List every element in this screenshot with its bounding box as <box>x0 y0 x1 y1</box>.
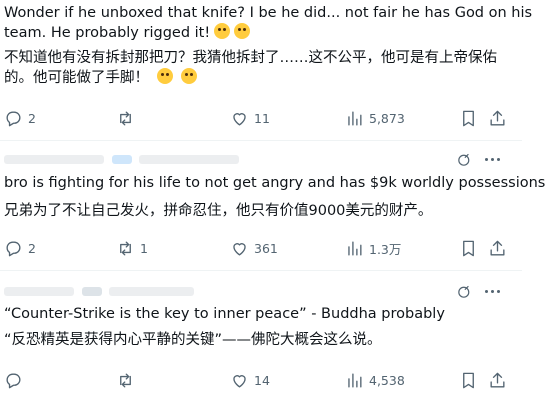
bookmark-button[interactable] <box>459 368 478 392</box>
views-icon <box>348 240 362 256</box>
post-1-text-line-2: team. He probably rigged it! <box>4 25 211 41</box>
reply-icon <box>6 240 21 256</box>
grok-icon[interactable] <box>456 151 473 168</box>
repost-count: 1 <box>140 240 148 256</box>
post-2-top-icons <box>456 151 500 168</box>
post-3-text-line-2: “反恐精英是获得内心平静的关键”——佛陀大概会这么说。 <box>4 332 382 348</box>
share-button[interactable] <box>488 236 507 260</box>
joy-emoji-icon <box>234 23 251 39</box>
blurred-author-name <box>4 151 244 167</box>
view-count: 1.3万 <box>369 241 402 257</box>
post-3: “Counter-Strike is the key to inner peac… <box>0 271 522 406</box>
post-1-text-line-4-wrap: 的。他可能做了手脚！ <box>4 67 197 89</box>
bookmark-icon <box>463 110 474 126</box>
blur-block <box>139 155 239 164</box>
share-icon <box>490 372 505 388</box>
reply-button[interactable] <box>4 368 28 392</box>
share-button[interactable] <box>488 368 507 392</box>
post-3-actions: 14 4,538 <box>0 368 522 392</box>
repost-button[interactable] <box>116 106 140 130</box>
repost-icon <box>120 110 131 126</box>
like-count: 11 <box>254 110 270 126</box>
reply-button[interactable]: 2 <box>4 236 36 260</box>
post-2-actions: 2 1 361 1.3万 <box>0 236 522 260</box>
views-button[interactable]: 1.3万 <box>345 236 401 260</box>
share-icon <box>490 110 505 126</box>
like-button[interactable]: 11 <box>230 106 270 130</box>
repost-button[interactable]: 1 <box>116 236 148 260</box>
post-1-text-line-3: 不知道他有没有拆封那把刀？我猜他拆封了……这不公平，他可是有上帝保佑 <box>4 50 497 66</box>
like-button[interactable]: 361 <box>230 236 278 260</box>
post-1-actions: 2 11 5,873 <box>0 106 522 130</box>
repost-icon <box>120 240 131 256</box>
post-2-text-line-2: 兄弟为了不让自己发火，拼命忍住，他只有价值9000美元的财产。 <box>4 203 433 219</box>
post-1: Wonder if he unboxed that knife? I be he… <box>0 0 532 140</box>
post-1-text-line-4: 的。他可能做了手脚！ <box>4 70 149 86</box>
bookmark-button[interactable] <box>459 236 478 260</box>
blur-block <box>4 287 74 296</box>
joy-emoji-icon <box>181 68 197 84</box>
like-button[interactable]: 14 <box>230 368 270 392</box>
view-count: 5,873 <box>369 110 405 126</box>
heart-icon <box>233 374 246 388</box>
views-icon <box>348 372 362 388</box>
reply-count: 2 <box>28 110 36 126</box>
reply-icon <box>6 372 21 388</box>
blurred-author-name <box>4 283 204 299</box>
grok-icon[interactable] <box>456 283 473 300</box>
more-options-button[interactable] <box>485 290 500 293</box>
blur-block <box>4 155 104 164</box>
bookmark-icon <box>463 372 474 388</box>
heart-icon <box>233 242 246 256</box>
reply-count: 2 <box>28 240 36 256</box>
rofl-emoji-icon <box>157 68 173 84</box>
post-1-text-line-2-wrap: team. He probably rigged it! <box>4 22 251 44</box>
reply-button[interactable]: 2 <box>4 106 36 130</box>
post-3-top-icons <box>456 283 500 300</box>
rofl-emoji-icon <box>214 23 231 39</box>
share-icon <box>490 240 505 256</box>
like-count: 361 <box>254 240 278 256</box>
post-3-text-line-1: “Counter-Strike is the key to inner peac… <box>4 306 445 322</box>
like-count: 14 <box>254 372 270 388</box>
blur-block <box>109 287 194 296</box>
post-1-text-line-1: Wonder if he unboxed that knife? I be he… <box>4 5 533 21</box>
more-options-button[interactable] <box>485 158 500 161</box>
repost-icon <box>120 372 131 388</box>
repost-button[interactable] <box>116 368 140 392</box>
bookmark-icon <box>463 240 474 256</box>
blur-block <box>82 287 102 296</box>
bookmark-button[interactable] <box>459 106 478 130</box>
post-2: bro is fighting for his life to not get … <box>0 141 545 270</box>
view-count: 4,538 <box>369 372 405 388</box>
reply-icon <box>6 110 21 126</box>
blur-block <box>112 155 132 164</box>
heart-icon <box>233 112 246 126</box>
views-button[interactable]: 5,873 <box>345 106 405 130</box>
views-icon <box>348 110 362 126</box>
share-button[interactable] <box>488 106 507 130</box>
post-2-text-line-1: bro is fighting for his life to not get … <box>4 175 546 191</box>
views-button[interactable]: 4,538 <box>345 368 405 392</box>
